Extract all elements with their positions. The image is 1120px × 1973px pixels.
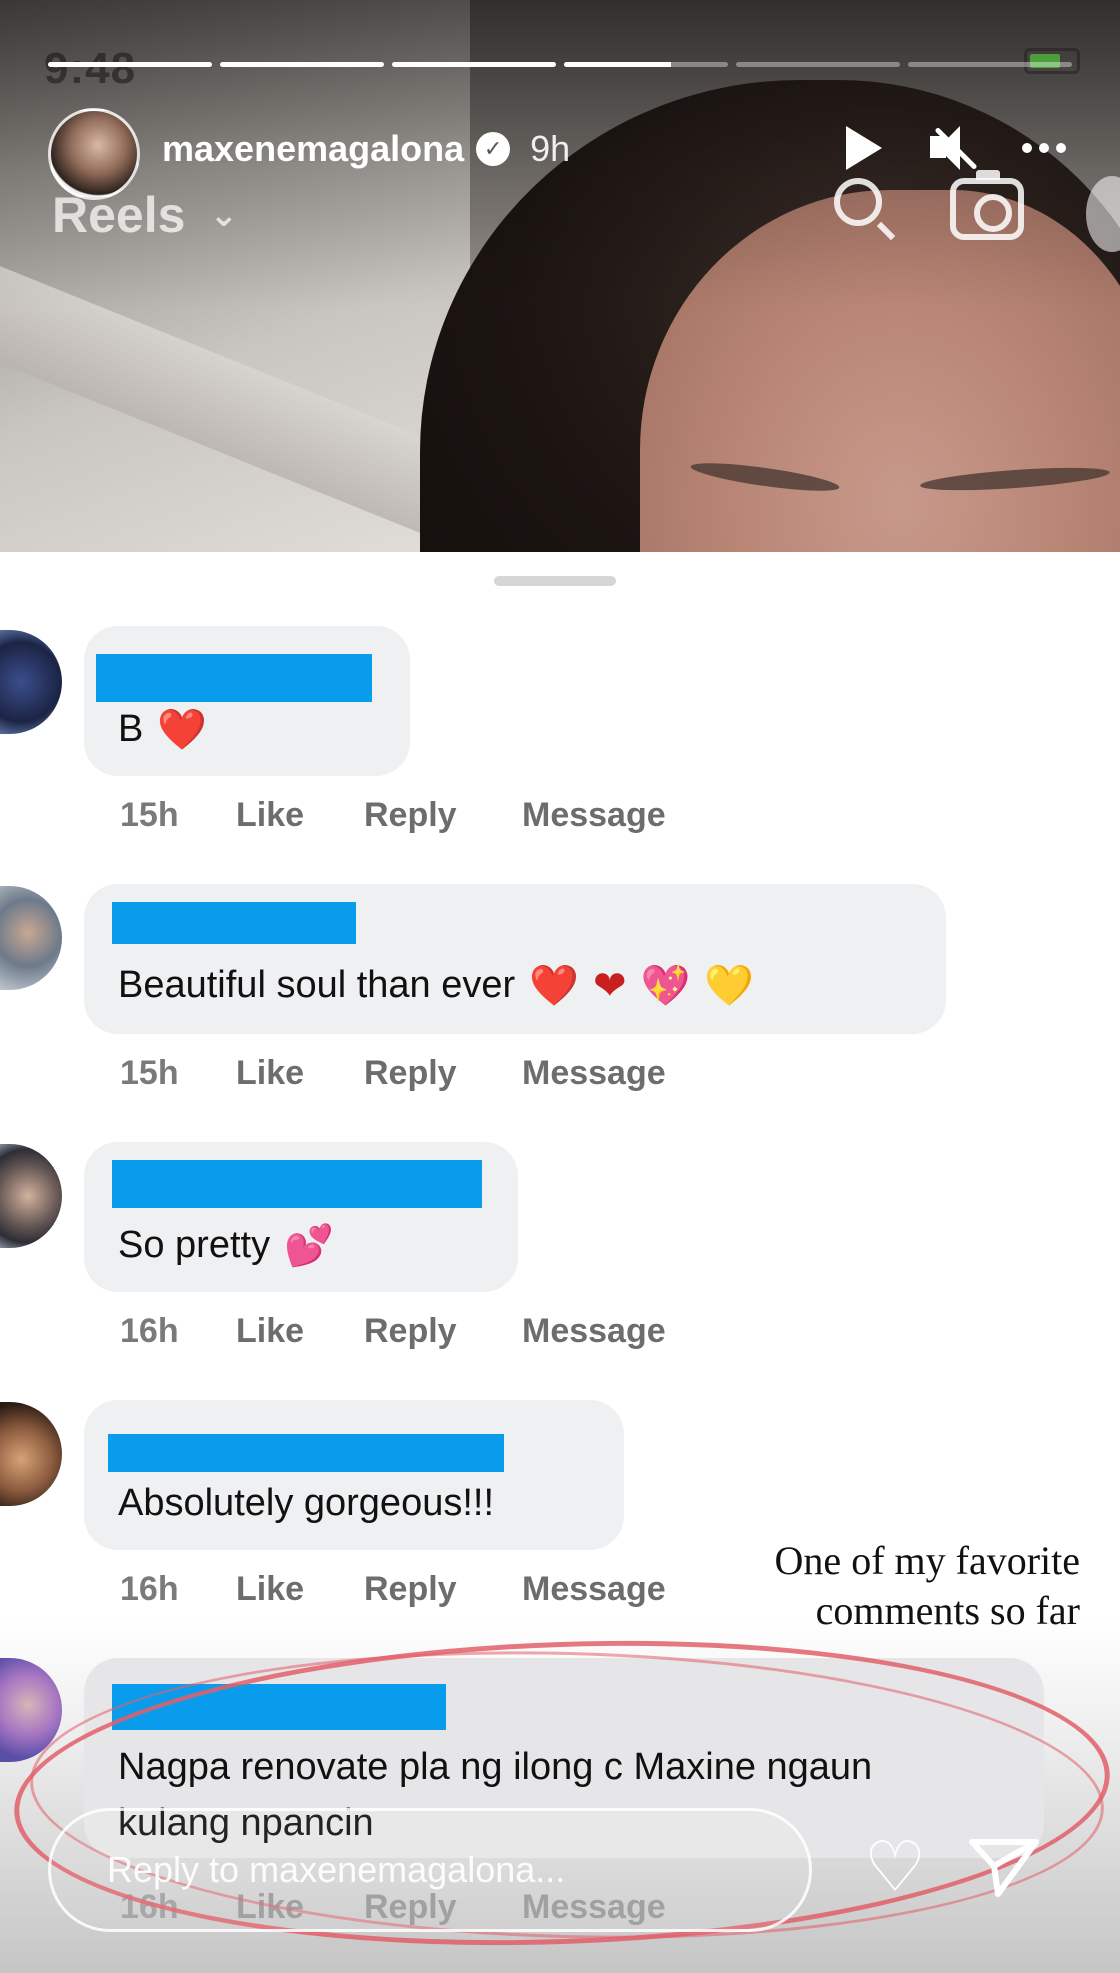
reply-button[interactable]: Reply xyxy=(364,1570,522,1609)
comment-text: Beautiful soul than ever ❤️ ❤ 💖 💛 xyxy=(118,962,755,1009)
verified-icon: ✓ xyxy=(476,132,511,166)
reply-button[interactable]: Reply xyxy=(364,796,522,835)
comment-actions: 16h Like Reply Message xyxy=(120,1570,666,1609)
comment-actions: 15h Like Reply Message xyxy=(120,1054,666,1093)
story-header-user[interactable]: maxenemagalona ✓ 9h xyxy=(162,128,570,170)
redacted-name xyxy=(108,1434,504,1472)
reels-label: Reels xyxy=(52,187,186,243)
message-button[interactable]: Message xyxy=(522,1570,666,1609)
reply-placeholder: Reply to maxenemagalona... xyxy=(107,1849,566,1890)
comment-text: Absolutely gorgeous!!! xyxy=(118,1482,495,1524)
comment-time: 15h xyxy=(120,796,179,834)
photo-shade xyxy=(0,0,1120,560)
mute-icon[interactable] xyxy=(926,124,978,172)
status-icons xyxy=(1024,48,1080,74)
progress-segment xyxy=(48,62,212,67)
send-icon[interactable] xyxy=(968,1836,1040,1900)
username[interactable]: maxenemagalona xyxy=(162,128,464,170)
like-button[interactable]: Like xyxy=(236,1054,364,1093)
redacted-name xyxy=(96,654,372,702)
note-line-1: One of my favorite xyxy=(774,1538,1080,1583)
reply-input[interactable]: Reply to maxenemagalona... xyxy=(48,1808,812,1932)
sheet-drag-handle[interactable] xyxy=(494,576,616,586)
status-time: 9:48 xyxy=(44,44,137,93)
post-age: 9h xyxy=(530,128,571,169)
comment-time: 16h xyxy=(120,1570,179,1608)
reply-button[interactable]: Reply xyxy=(364,1312,522,1351)
story-progress xyxy=(48,62,1072,67)
more-icon[interactable] xyxy=(1022,143,1066,153)
reels-dropdown[interactable]: Reels ⌄ xyxy=(52,186,238,244)
story-photo xyxy=(0,0,1120,560)
progress-segment xyxy=(736,62,900,67)
message-button[interactable]: Message xyxy=(522,1312,666,1351)
like-button[interactable]: Like xyxy=(236,1312,364,1351)
message-button[interactable]: Message xyxy=(522,796,666,835)
comment-time: 15h xyxy=(120,1054,179,1092)
progress-segment xyxy=(392,62,556,67)
story-controls xyxy=(846,124,1066,172)
progress-segment xyxy=(908,62,1072,67)
comment-text: So pretty 💕 xyxy=(118,1222,334,1269)
like-button[interactable]: Like xyxy=(236,1570,364,1609)
comment-text: B ❤️ xyxy=(118,706,208,753)
comment-actions: 16h Like Reply Message xyxy=(120,1312,666,1351)
chevron-down-icon: ⌄ xyxy=(209,196,238,234)
reply-button[interactable]: Reply xyxy=(364,1054,522,1093)
like-button[interactable]: Like xyxy=(236,796,364,835)
comment-bubble xyxy=(84,1400,624,1550)
progress-segment xyxy=(564,62,728,67)
battery-icon xyxy=(1024,48,1080,74)
redacted-name xyxy=(112,1160,482,1208)
comment-actions: 15h Like Reply Message xyxy=(120,796,666,835)
play-icon[interactable] xyxy=(846,126,882,170)
camera-icon[interactable] xyxy=(950,170,1024,240)
message-button[interactable]: Message xyxy=(522,1054,666,1093)
redacted-name xyxy=(112,902,356,944)
heart-icon[interactable]: ♡ xyxy=(860,1832,930,1902)
progress-segment xyxy=(220,62,384,67)
comment-time: 16h xyxy=(120,1312,179,1350)
search-icon[interactable] xyxy=(834,178,882,226)
